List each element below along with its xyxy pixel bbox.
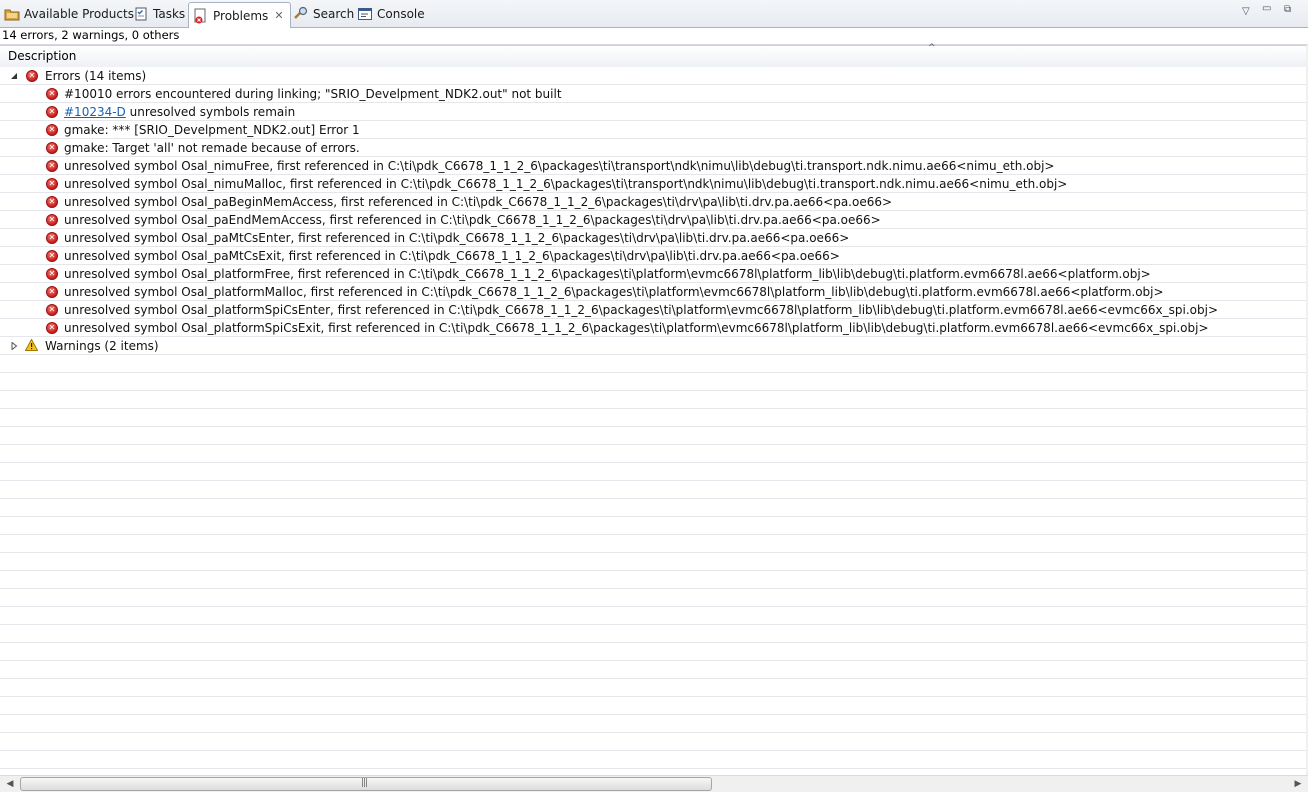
error-icon: ✕ (46, 250, 58, 262)
close-icon[interactable]: ✕ (274, 9, 283, 22)
tab-label: Problems (213, 8, 269, 23)
error-icon: ✕ (46, 124, 58, 136)
error-icon: ✕ (46, 214, 58, 226)
error-text: unresolved symbol Osal_platformSpiCsEnte… (64, 303, 1219, 317)
error-description: unresolved symbol Osal_platformSpiCsExit… (64, 321, 1209, 335)
error-description: unresolved symbol Osal_platformFree, fir… (64, 267, 1151, 281)
error-text: unresolved symbol Osal_paMtCsEnter, firs… (64, 231, 850, 245)
restore-icon[interactable]: ⧉ (1284, 4, 1291, 15)
error-item[interactable]: ✕ unresolved symbol Osal_platformFree, fi… (0, 265, 1306, 283)
problems-summary: 14 errors, 2 warnings, 0 others (0, 28, 1308, 45)
error-text: unresolved symbol Osal_platformMalloc, f… (64, 285, 1164, 299)
error-item[interactable]: ✕ gmake: *** [SRIO_Develpment_NDK2.out] E… (0, 121, 1306, 139)
error-description: unresolved symbol Osal_nimuFree, first r… (64, 159, 1054, 173)
error-description: #10010 errors encountered during linking… (64, 87, 562, 101)
problems-tree: ✕ Errors (14 items) ✕ #10010 errors encou… (0, 67, 1306, 775)
tab-label: Search (313, 7, 355, 21)
group-label: Warnings (2 items) (45, 339, 159, 353)
error-text: unresolved symbol Osal_platformFree, fir… (64, 267, 1151, 281)
tab-available-products[interactable]: Available Products (4, 2, 134, 26)
scroll-right-icon[interactable]: ▶ (1290, 777, 1306, 791)
error-icon: ✕ (46, 286, 58, 298)
error-icon: ✕ (46, 142, 58, 154)
tab-label: Available Products (24, 7, 134, 21)
error-item[interactable]: ✕ #10010 errors encountered during linkin… (0, 85, 1306, 103)
warning-icon (25, 339, 38, 354)
problems-icon (193, 8, 209, 24)
error-text: unresolved symbol Osal_nimuFree, first r… (64, 159, 1055, 173)
error-item[interactable]: ✕ unresolved symbol Osal_nimuMalloc, firs… (0, 175, 1306, 193)
error-description: unresolved symbol Osal_nimuMalloc, first… (64, 177, 1067, 191)
error-description: unresolved symbol Osal_platformMalloc, f… (64, 285, 1164, 299)
scroll-left-icon[interactable]: ◀ (2, 777, 18, 791)
error-item[interactable]: ✕ unresolved symbol Osal_platformSpiCsEnt… (0, 301, 1306, 319)
error-description: unresolved symbol Osal_paEndMemAccess, f… (64, 213, 881, 227)
error-item[interactable]: ✕ gmake: Target 'all' not remade because … (0, 139, 1306, 157)
column-header-description[interactable]: Description ^ (0, 43, 1307, 68)
scrollbar-thumb[interactable]: ||| (20, 777, 712, 791)
error-item[interactable]: ✕ unresolved symbol Osal_paMtCsExit, firs… (0, 247, 1306, 265)
error-icon: ✕ (46, 322, 58, 334)
view-menu-icon[interactable]: ▽ (1242, 6, 1250, 17)
view-tab-bar: Available Products Tasks Problems ✕ Sear… (0, 0, 1308, 29)
error-item[interactable]: ✕ unresolved symbol Osal_platformSpiCsExi… (0, 319, 1306, 337)
error-item[interactable]: ✕ unresolved symbol Osal_paBeginMemAccess… (0, 193, 1306, 211)
error-description: gmake: *** [SRIO_Develpment_NDK2.out] Er… (64, 123, 360, 137)
error-description: #10234-D unresolved symbols remain (64, 105, 295, 119)
tab-tasks[interactable]: Tasks (133, 2, 185, 26)
error-description: unresolved symbol Osal_paMtCsExit, first… (64, 249, 840, 263)
error-text: unresolved symbol Osal_platformSpiCsExit… (64, 321, 1209, 335)
tab-console[interactable]: Console (357, 2, 425, 26)
error-item[interactable]: ✕ unresolved symbol Osal_platformMalloc, … (0, 283, 1306, 301)
error-icon: ✕ (46, 160, 58, 172)
error-item[interactable]: ✕ #10234-D unresolved symbols remain (0, 103, 1306, 121)
minimize-icon[interactable]: ▭ (1262, 3, 1271, 14)
collapsed-triangle-icon[interactable] (9, 341, 19, 351)
error-icon: ✕ (46, 232, 58, 244)
error-text: gmake: *** [SRIO_Develpment_NDK2.out] Er… (64, 123, 360, 137)
group-label: Errors (14 items) (45, 69, 147, 83)
search-icon (293, 6, 309, 22)
grip-icon: ||| (361, 778, 368, 788)
tree-group-errors[interactable]: ✕ Errors (14 items) (0, 67, 1306, 85)
error-text: unresolved symbol Osal_nimuMalloc, first… (64, 177, 1068, 191)
error-text: gmake: Target 'all' not remade because o… (64, 141, 360, 155)
error-item[interactable]: ✕ unresolved symbol Osal_nimuFree, first … (0, 157, 1306, 175)
sort-indicator-icon: ^ (928, 43, 936, 53)
error-icon: ✕ (46, 196, 58, 208)
error-code-link[interactable]: #10234-D (64, 105, 126, 119)
error-icon: ✕ (46, 304, 58, 316)
console-icon (357, 6, 373, 22)
expanded-triangle-icon[interactable] (9, 71, 19, 81)
error-description: unresolved symbol Osal_platformSpiCsEnte… (64, 303, 1218, 317)
products-icon (4, 6, 20, 22)
error-icon: ✕ (26, 70, 38, 82)
error-icon: ✕ (46, 106, 58, 118)
error-description: unresolved symbol Osal_paMtCsEnter, firs… (64, 231, 849, 245)
error-text: unresolved symbol Osal_paMtCsExit, first… (64, 249, 840, 263)
horizontal-scrollbar[interactable]: ◀ ||| ▶ (0, 775, 1308, 792)
error-icon: ✕ (46, 178, 58, 190)
tab-label: Console (377, 7, 425, 21)
error-item[interactable]: ✕ unresolved symbol Osal_paEndMemAccess, … (0, 211, 1306, 229)
error-text: unresolved symbols remain (125, 105, 296, 119)
column-header-label: Description (8, 49, 77, 63)
tab-label: Tasks (153, 7, 186, 21)
error-icon: ✕ (46, 88, 58, 100)
error-description: unresolved symbol Osal_paBeginMemAccess,… (64, 195, 892, 209)
error-description: gmake: Target 'all' not remade because o… (64, 141, 360, 155)
error-item[interactable]: ✕ unresolved symbol Osal_paMtCsEnter, fir… (0, 229, 1306, 247)
error-icon: ✕ (46, 268, 58, 280)
tab-search[interactable]: Search (293, 2, 354, 26)
tree-group-warnings[interactable]: Warnings (2 items) (0, 337, 1306, 355)
error-text: #10010 errors encountered during linking… (64, 87, 562, 101)
tasks-icon (133, 6, 149, 22)
tab-problems[interactable]: Problems ✕ (188, 2, 291, 29)
error-text: unresolved symbol Osal_paEndMemAccess, f… (64, 213, 881, 227)
error-text: unresolved symbol Osal_paBeginMemAccess,… (64, 195, 893, 209)
